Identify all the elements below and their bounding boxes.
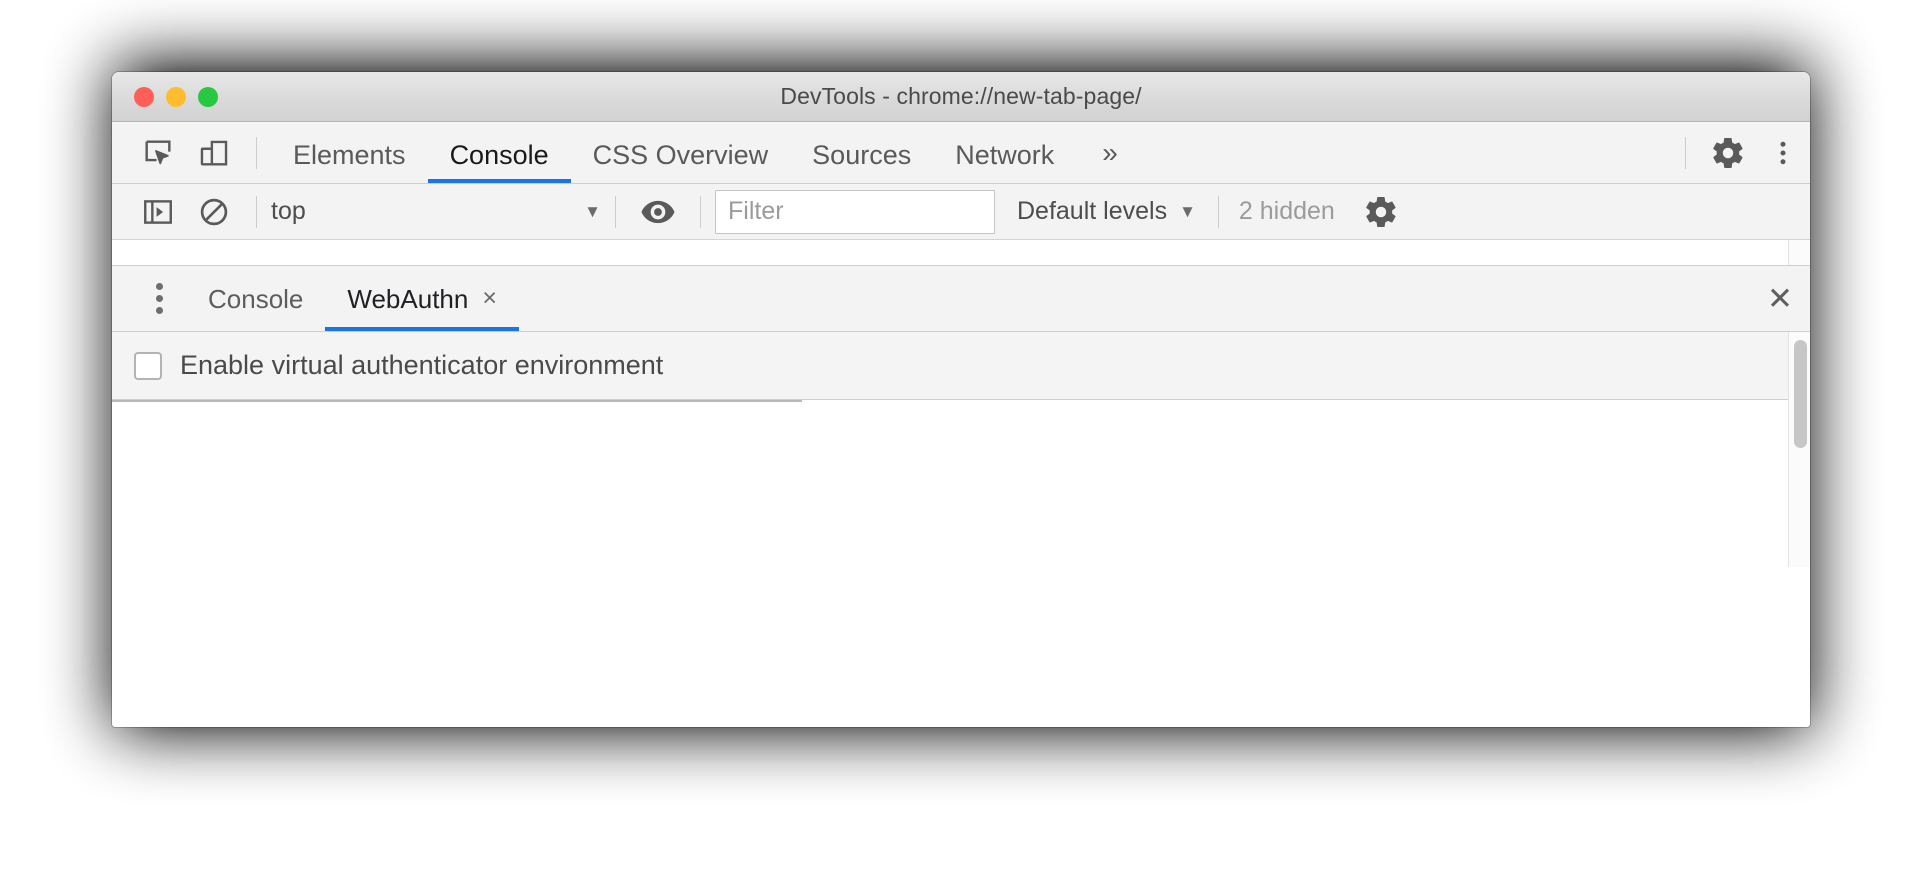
panel-section-rule [112,400,802,402]
hidden-messages-count: 2 hidden [1238,197,1335,225]
title-bar: DevTools - chrome://new-tab-page/ [112,72,1810,122]
screenshot-stage: DevTools - chrome://new-tab-page/ Elemen… [0,0,1922,878]
log-levels-selector[interactable]: Default levels ▼ [1017,197,1196,226]
drawer-more-tabs-icon[interactable] [132,272,186,326]
tab-sources[interactable]: Sources [790,122,933,183]
execution-context-selector[interactable]: top ▼ [271,197,601,226]
gear-icon[interactable] [1700,128,1756,178]
tab-elements[interactable]: Elements [271,122,428,183]
filter-input[interactable] [715,189,995,234]
execution-context-value: top [271,197,306,225]
drawer-tab-webauthn[interactable]: WebAuthn × [325,266,519,331]
chevron-down-icon: ▼ [584,201,601,221]
device-toolbar-icon[interactable] [186,128,242,178]
drawer-scrollbar[interactable] [1788,332,1810,567]
window-title: DevTools - chrome://new-tab-page/ [780,83,1142,109]
enable-virtual-authenticator-row[interactable]: Enable virtual authenticator environment [112,332,1788,400]
console-sidebar-icon[interactable] [130,187,186,237]
console-settings-gear-icon[interactable] [1353,187,1409,237]
tab-console[interactable]: Console [428,122,571,183]
live-expression-icon[interactable] [630,187,686,237]
traffic-lights [134,86,218,107]
minimize-window-button[interactable] [166,86,186,107]
toolbar-divider [256,136,257,169]
clear-console-icon[interactable] [186,187,242,237]
drawer-tab-bar: Console WebAuthn × ✕ [112,266,1810,332]
more-tabs-chevron-icon[interactable]: » [1076,138,1144,167]
close-drawer-icon[interactable]: ✕ [1750,283,1810,314]
kebab-menu-icon[interactable] [1756,128,1810,178]
inspect-element-icon[interactable] [130,128,186,178]
chevron-down-icon-levels: ▼ [1179,201,1196,221]
console-output-area [112,240,1810,266]
drawer-tab-console-label: Console [208,283,304,314]
webauthn-panel: Enable virtual authenticator environment [112,332,1788,567]
console-toolbar-divider-4 [1217,195,1219,228]
drawer: Console WebAuthn × ✕ Enable virtual auth… [112,266,1810,567]
drawer-tab-webauthn-label: WebAuthn [347,283,469,314]
close-window-button[interactable] [134,86,154,107]
console-output-scrollbar[interactable] [1788,240,1810,265]
console-toolbar-divider-3 [700,195,701,228]
drawer-scrollbar-thumb[interactable] [1794,340,1807,448]
log-levels-value: Default levels [1017,197,1168,225]
console-toolbar-divider-2 [615,195,616,228]
close-icon-webauthn-tab[interactable]: × [482,286,497,311]
drawer-body: Enable virtual authenticator environment [112,332,1810,567]
main-toolbar: Elements Console CSS Overview Sources Ne… [112,122,1810,184]
devtools-window: DevTools - chrome://new-tab-page/ Elemen… [112,72,1810,727]
tab-css-overview[interactable]: CSS Overview [571,122,791,183]
console-toolbar-divider-1 [256,195,257,228]
tab-network[interactable]: Network [933,122,1076,183]
drawer-tab-console[interactable]: Console [186,266,325,331]
toolbar-divider-right [1685,136,1686,169]
console-toolbar: top ▼ Default levels ▼ 2 hidden [112,184,1810,240]
zoom-window-button[interactable] [198,86,218,107]
enable-virtual-authenticator-label: Enable virtual authenticator environment [180,350,664,380]
enable-virtual-authenticator-checkbox[interactable] [134,351,162,380]
